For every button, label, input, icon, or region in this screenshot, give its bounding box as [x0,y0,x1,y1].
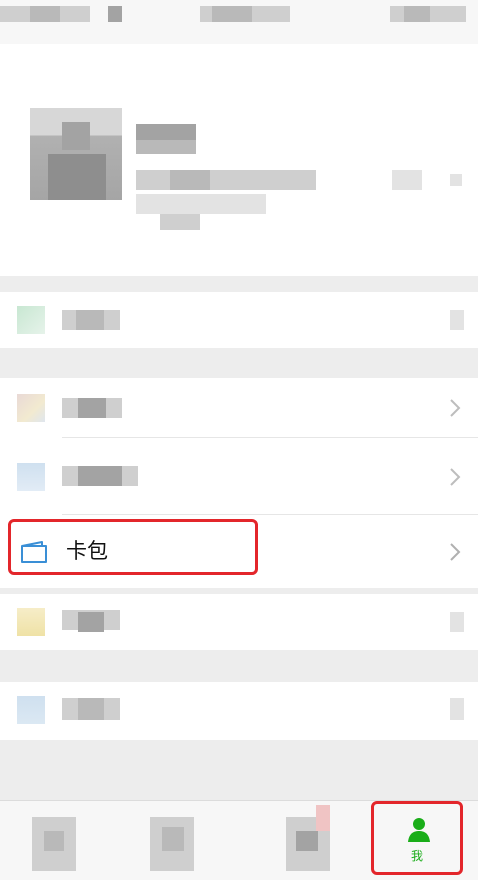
profile-id [136,170,316,190]
card-wallet-highlight [8,519,258,575]
pay-icon [17,306,45,334]
list-item[interactable] [0,292,478,348]
profile-name [136,124,196,140]
list-item[interactable] [0,438,478,515]
settings-icon [17,696,45,724]
notification-dot [316,805,330,831]
chevron-right-icon [450,467,461,486]
list-item[interactable] [0,378,478,438]
favorites-icon [17,394,45,422]
emoji-icon [17,608,45,636]
qrcode-icon[interactable] [392,170,422,190]
list-item[interactable] [0,682,478,740]
chevron-right-icon [450,399,461,417]
chevron-right-icon [450,542,461,561]
tab-me-highlight [371,801,463,875]
status-bar [0,0,478,44]
profile-header[interactable] [0,44,478,276]
album-icon [17,463,45,491]
list-item[interactable] [0,594,478,650]
chevron-right-icon [450,174,462,186]
